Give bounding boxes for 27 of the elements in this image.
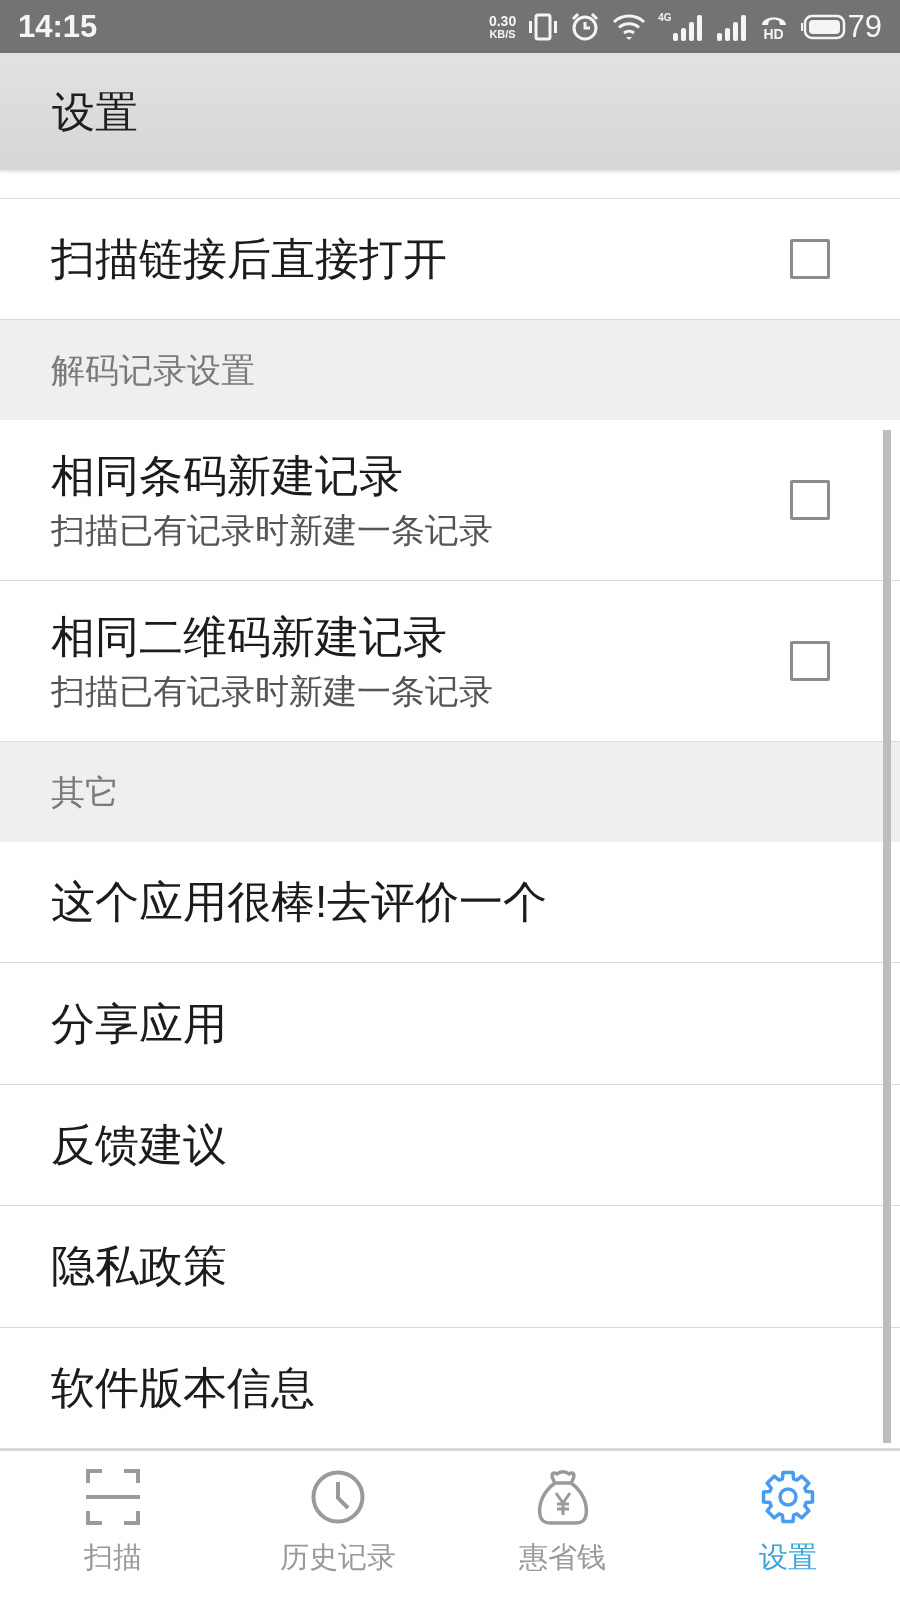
settings-icon [760,1470,815,1524]
vibrate-icon [528,12,559,41]
alarm-clock-icon [570,11,601,42]
wifi-icon [612,12,647,41]
checkbox[interactable] [790,239,830,279]
setting-title: 扫描链接后直接打开 [51,233,447,285]
money-bag-icon [535,1469,590,1525]
page-title: 设置 [52,86,138,138]
setting-title: 相同二维码新建记录 [51,611,448,663]
checkbox[interactable] [790,480,830,520]
signal-icon [671,12,704,41]
status-time: 14:15 [18,11,98,42]
network-type: 4G [658,12,672,23]
hd-label: HD [763,26,784,41]
setting-description: 扫描已有记录时新建一条记录 [51,671,493,711]
setting-title: 相同条码新建记录 [51,450,404,502]
speed-unit: KB/S [489,27,516,40]
signal-icon [715,12,748,41]
section-title: 解码记录设置 [51,350,255,390]
battery-icon [799,13,846,40]
setting-description: 扫描已有记录时新建一条记录 [51,510,493,550]
checkbox[interactable] [790,641,830,681]
section-title: 其它 [51,772,119,812]
scan-frame-icon [85,1469,140,1525]
battery-level: 79 [847,11,882,42]
network-speed: 0.30 [488,13,517,28]
clock-icon [310,1470,365,1524]
